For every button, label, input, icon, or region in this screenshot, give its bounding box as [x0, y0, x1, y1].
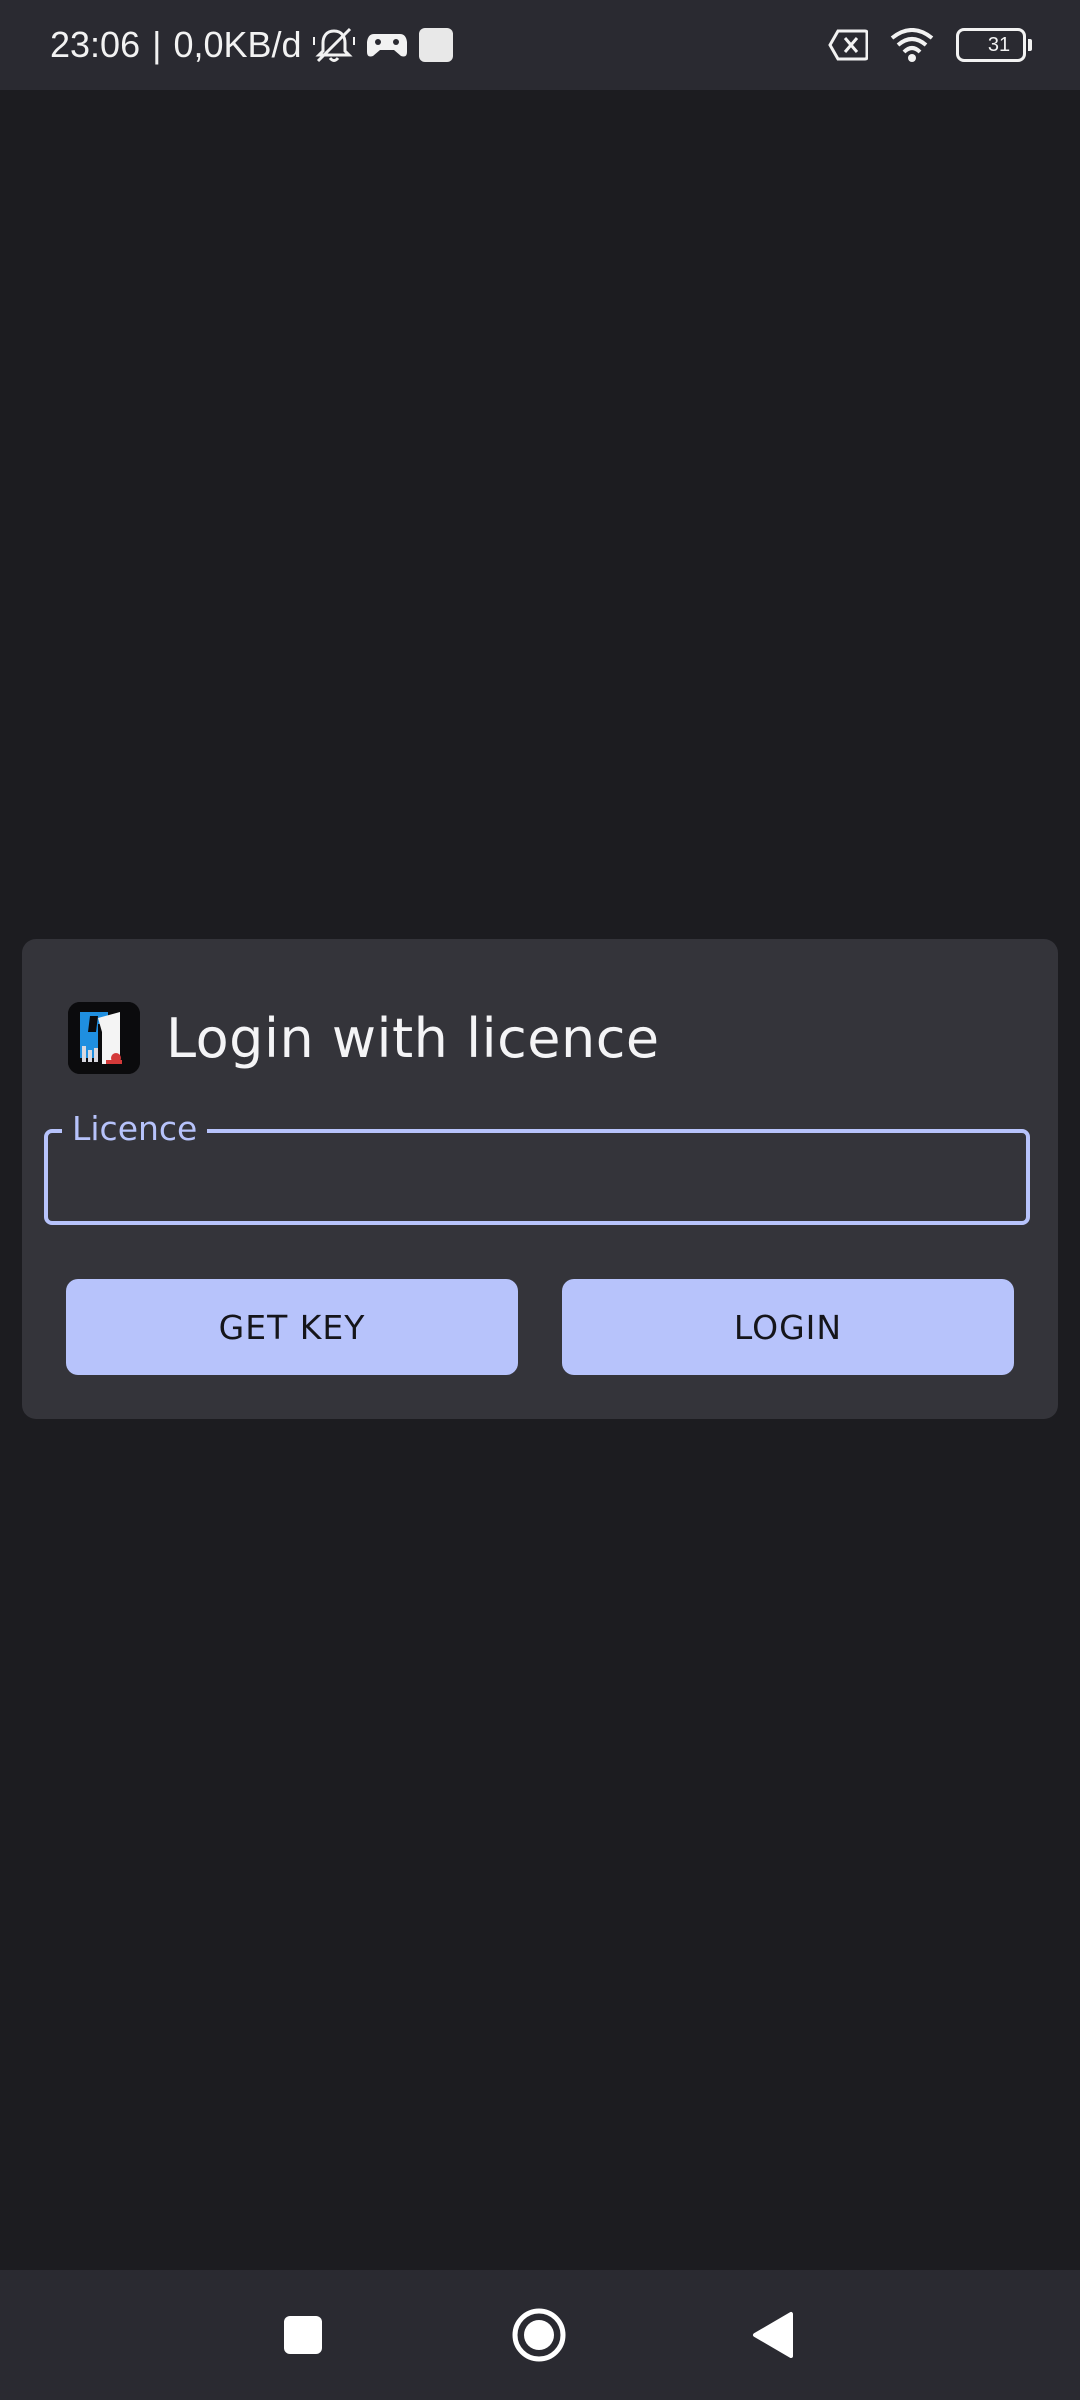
- back-triangle-icon[interactable]: [723, 2270, 823, 2400]
- square-notification-icon: [418, 27, 454, 63]
- status-right-group: 31: [828, 0, 1032, 90]
- battery-level: 31: [987, 33, 1011, 56]
- app-logo-icon: [68, 1002, 140, 1074]
- status-separator: |: [152, 24, 162, 65]
- navigation-bar: [0, 2270, 1080, 2400]
- muted-bell-icon: [312, 25, 356, 65]
- status-bar: 23:06 | 0,0KB/d 31: [0, 0, 1080, 90]
- status-left-group: 23:06 | 0,0KB/d: [50, 0, 454, 90]
- battery-icon: 31: [956, 28, 1032, 62]
- get-key-button[interactable]: GET KEY: [66, 1279, 518, 1375]
- dialog-title: Login with licence: [166, 1006, 660, 1070]
- login-dialog: Login with licence Licence GET KEY LOGIN: [22, 939, 1058, 1419]
- home-circle-icon[interactable]: [489, 2270, 589, 2400]
- network-speed: 0,0KB/d: [173, 24, 302, 65]
- wifi-icon: [890, 28, 934, 62]
- login-button[interactable]: LOGIN: [562, 1279, 1014, 1375]
- dialog-header: Login with licence: [68, 1001, 660, 1075]
- licence-field[interactable]: Licence: [44, 1109, 1030, 1225]
- licence-input[interactable]: [48, 1133, 1026, 1221]
- status-time: 23:06: [50, 24, 141, 65]
- no-sim-icon: [828, 29, 868, 61]
- gamepad-icon: [366, 30, 408, 60]
- recents-square-icon[interactable]: [253, 2270, 353, 2400]
